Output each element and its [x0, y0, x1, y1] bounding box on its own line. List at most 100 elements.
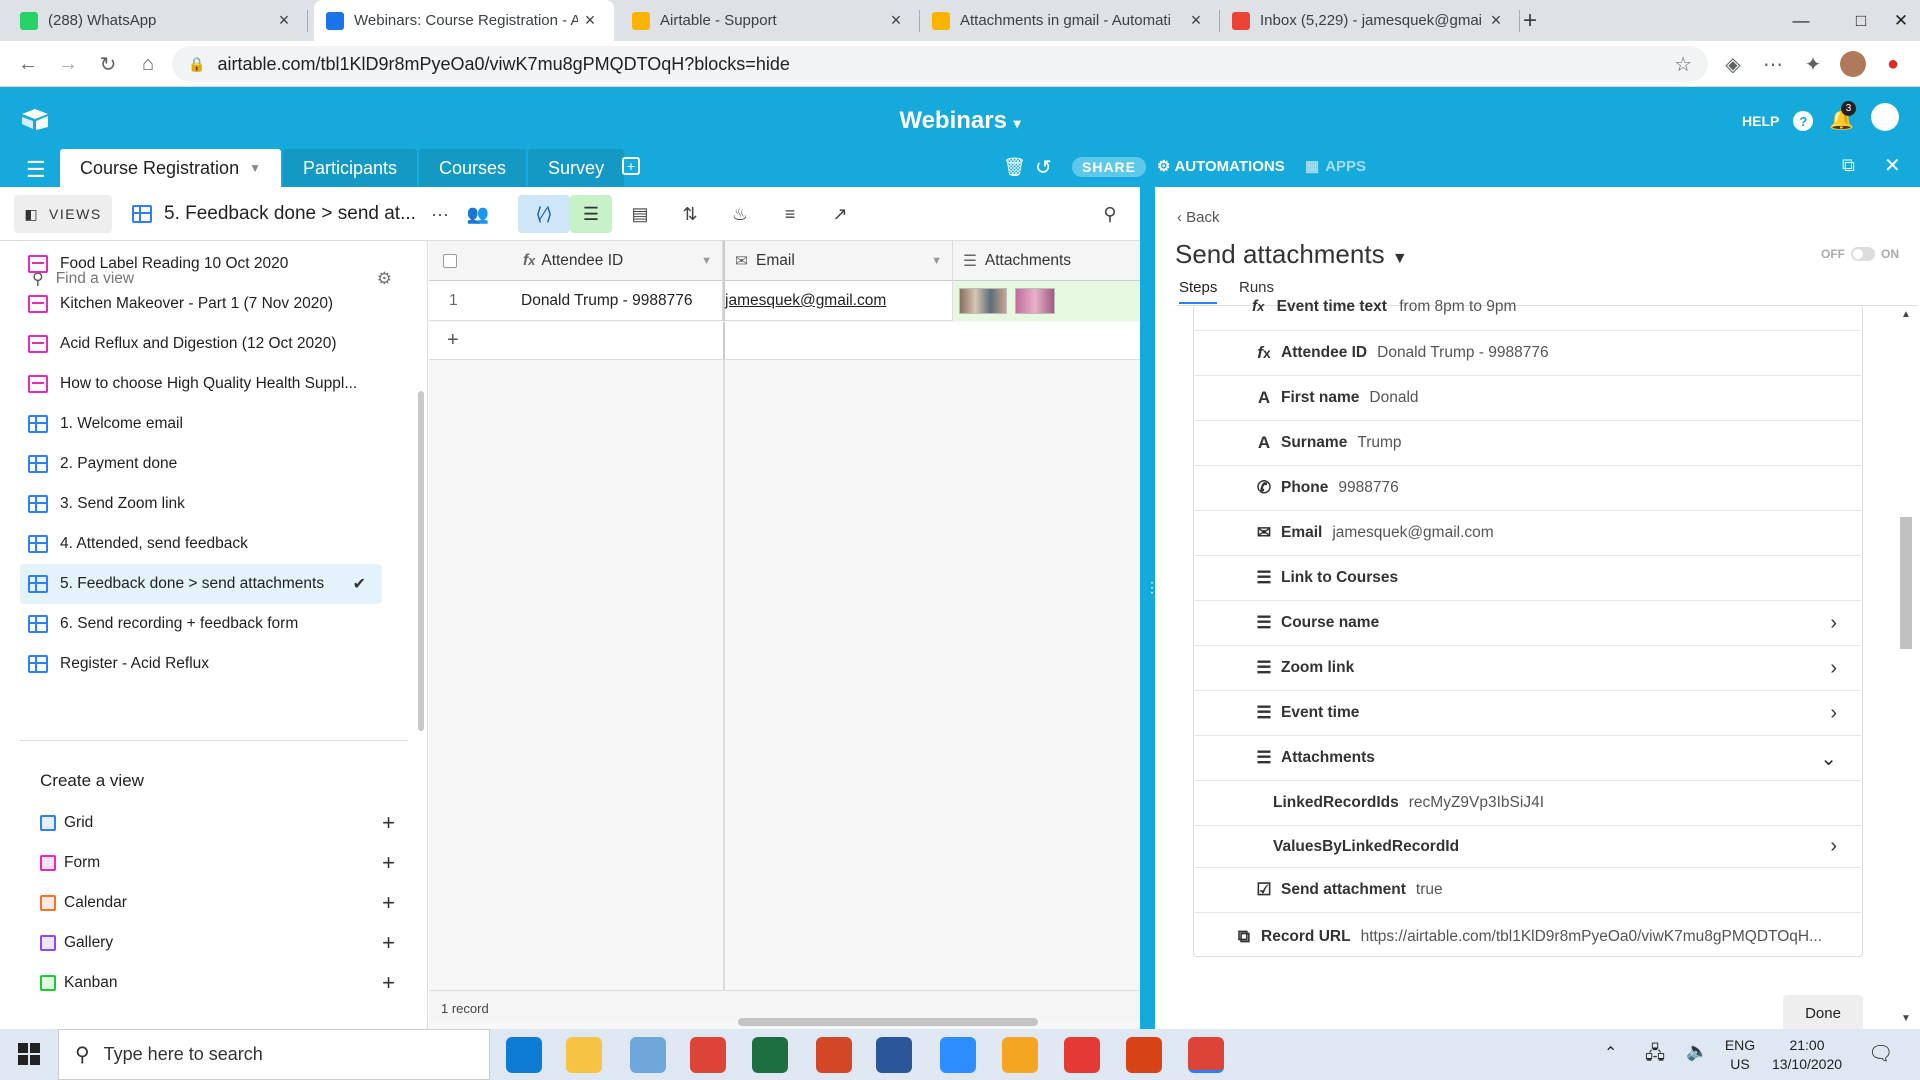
address-bar[interactable]: 🔒 airtable.com/tbl1KlD9r8mPyeOa0/viwK7mu…	[172, 46, 1708, 82]
group-icon[interactable]: ▤	[620, 195, 660, 233]
sidebar-view-item[interactable]: 3. Send Zoom link	[28, 484, 390, 524]
forward-arrow-icon[interactable]: →	[50, 41, 86, 87]
volume-icon[interactable]: 🔈	[1686, 1041, 1708, 1062]
views-toggle-button[interactable]: ◧ VIEWS	[14, 195, 112, 233]
property-row[interactable]: ValuesByLinkedRecordId ›	[1193, 826, 1861, 868]
column-header-email[interactable]: Email	[756, 252, 795, 270]
automation-title[interactable]: Send attachments ▼	[1175, 239, 1408, 270]
paint-icon[interactable]	[630, 1037, 666, 1073]
browser-tab[interactable]: Webinars: Course Registration - A ×	[314, 0, 614, 41]
create-view-item[interactable]: Gallery +	[40, 923, 395, 963]
sidebar-view-item[interactable]: 2. Payment done	[28, 444, 390, 484]
property-row[interactable]: ☰ Zoom link ›	[1193, 646, 1861, 691]
chevron-right-icon[interactable]: ›	[1830, 657, 1837, 680]
history-icon[interactable]: ↺	[1035, 155, 1052, 180]
share-view-icon[interactable]: ↗	[820, 195, 860, 233]
share-button[interactable]: SHARE	[1072, 157, 1147, 177]
table-tab[interactable]: Course Registration ▼	[60, 149, 281, 187]
sidebar-view-item[interactable]: Register - Acid Reflux	[28, 644, 390, 684]
chevron-right-icon[interactable]: ›	[1830, 835, 1837, 858]
email-link[interactable]: jamesquek@gmail.com	[725, 292, 886, 310]
chevron-right-icon[interactable]: ›	[1830, 702, 1837, 725]
account-avatar[interactable]	[1871, 103, 1899, 131]
sidebar-view-item[interactable]: 6. Send recording + feedback form	[28, 604, 390, 644]
profile-avatar[interactable]	[1840, 51, 1866, 77]
column-header-attendee-id[interactable]: Attendee ID	[541, 252, 623, 270]
scroll-down-icon[interactable]: ▼	[1901, 1013, 1911, 1024]
extensions-puzzle-icon[interactable]: ✦	[1795, 41, 1831, 87]
table-tab[interactable]: Survey	[528, 149, 625, 187]
browser-tab[interactable]: Inbox (5,229) - jamesquek@gmai ×	[1220, 0, 1520, 41]
language-indicator[interactable]: ENG US	[1720, 1036, 1760, 1074]
chevron-down-icon[interactable]: ▼	[701, 255, 712, 267]
browser-tab[interactable]: (288) WhatsApp ×	[8, 0, 308, 41]
back-link[interactable]: ‹ Back	[1177, 209, 1220, 226]
back-arrow-icon[interactable]: ←	[10, 41, 46, 87]
sidebar-view-item[interactable]: 1. Welcome email	[28, 404, 390, 444]
clock[interactable]: 21:00 13/10/2020	[1762, 1036, 1852, 1074]
new-tab-button[interactable]: +	[1510, 0, 1550, 41]
property-row[interactable]: ☰ Attachments ⌄	[1193, 736, 1861, 781]
close-tab-icon[interactable]: ×	[1184, 10, 1208, 31]
tab-steps[interactable]: Steps	[1179, 279, 1218, 304]
chrome-icon[interactable]	[690, 1037, 726, 1073]
create-view-item[interactable]: Grid +	[40, 803, 395, 843]
edge-icon[interactable]	[506, 1037, 542, 1073]
close-tab-icon[interactable]: ×	[578, 10, 602, 31]
hide-fields-icon[interactable]: ⟨∕⟩	[518, 195, 570, 233]
base-title[interactable]: Webinars ▾	[0, 107, 1920, 135]
close-tab-icon[interactable]: ×	[272, 10, 296, 31]
chevron-right-icon[interactable]: ›	[1830, 612, 1837, 635]
browser-tab[interactable]: Attachments in gmail - Automati ×	[920, 0, 1220, 41]
color-bucket-icon[interactable]: ♨	[720, 195, 760, 233]
file-explorer-icon[interactable]	[566, 1037, 602, 1073]
chrome-profile-icon[interactable]	[1188, 1037, 1224, 1073]
attachment-thumbnail[interactable]	[1015, 288, 1055, 314]
close-panel-icon[interactable]: ✕	[1884, 153, 1901, 178]
sidebar-view-item[interactable]: Food Label Reading 10 Oct 2020	[28, 244, 390, 284]
hamburger-menu-icon[interactable]: ☰	[26, 157, 46, 183]
sidebar-scrollbar[interactable]	[418, 391, 424, 731]
chrome-menu-icon[interactable]: ●	[1875, 41, 1911, 87]
table-tab[interactable]: Participants	[282, 149, 418, 187]
select-all-checkbox[interactable]	[443, 254, 457, 268]
minimize-icon[interactable]: —	[1770, 0, 1832, 41]
collaborators-icon[interactable]: 👥	[458, 195, 498, 233]
browser-tab[interactable]: Airtable - Support ×	[620, 0, 920, 41]
reload-icon[interactable]: ↻	[90, 41, 126, 87]
sort-icon[interactable]: ⇅	[670, 195, 710, 233]
close-tab-icon[interactable]: ×	[884, 10, 908, 31]
plus-icon[interactable]: +	[382, 930, 395, 956]
sidebar-view-item[interactable]: Acid Reflux and Digestion (12 Oct 2020)	[28, 324, 390, 364]
horizontal-scrollbar[interactable]	[738, 1018, 1038, 1026]
filter-icon[interactable]: ☰	[570, 195, 612, 233]
chevron-down-icon[interactable]: ⌄	[1820, 746, 1837, 771]
sidebar-view-item[interactable]: 5. Feedback done > send attachments ✔	[20, 564, 382, 604]
apps-button[interactable]: ▦ APPS	[1305, 157, 1366, 176]
create-view-item[interactable]: Form +	[40, 843, 395, 883]
chevron-down-icon[interactable]: ▼	[931, 255, 942, 267]
property-row[interactable]: ☰ Event time ›	[1193, 691, 1861, 736]
add-table-icon[interactable]: +	[622, 157, 640, 175]
more-dots-extension-icon[interactable]: ⋯	[1755, 41, 1791, 87]
scroll-up-icon[interactable]: ▲	[1901, 309, 1911, 320]
toggle-switch[interactable]	[1851, 247, 1875, 261]
attendee-id-cell[interactable]: Donald Trump - 9988776	[499, 281, 723, 321]
email-cell[interactable]: jamesquek@gmail.com	[723, 281, 953, 321]
table-tab[interactable]: Courses	[419, 149, 527, 187]
network-icon[interactable]: 🖧	[1645, 1041, 1665, 1071]
sidebar-view-item[interactable]: 4. Attended, send feedback	[28, 524, 390, 564]
close-tab-icon[interactable]: ×	[1484, 10, 1508, 31]
create-view-item[interactable]: Kanban +	[40, 963, 395, 1003]
done-button[interactable]: Done	[1783, 995, 1863, 1031]
help-button[interactable]: HELP ?	[1742, 111, 1814, 131]
column-header-attachments[interactable]: Attachments	[985, 252, 1071, 270]
table-row[interactable]: 1 Donald Trump - 9988776 jamesquek@gmail…	[429, 281, 1140, 321]
create-view-item[interactable]: Calendar +	[40, 883, 395, 923]
view-menu-ellipsis[interactable]: ···	[420, 195, 460, 233]
automation-toggle[interactable]: OFF ON	[1821, 247, 1899, 261]
close-window-icon[interactable]: ✕	[1870, 0, 1920, 41]
word-icon[interactable]	[876, 1037, 912, 1073]
powerpoint-icon[interactable]	[816, 1037, 852, 1073]
feedback-app-icon[interactable]	[1002, 1037, 1038, 1073]
